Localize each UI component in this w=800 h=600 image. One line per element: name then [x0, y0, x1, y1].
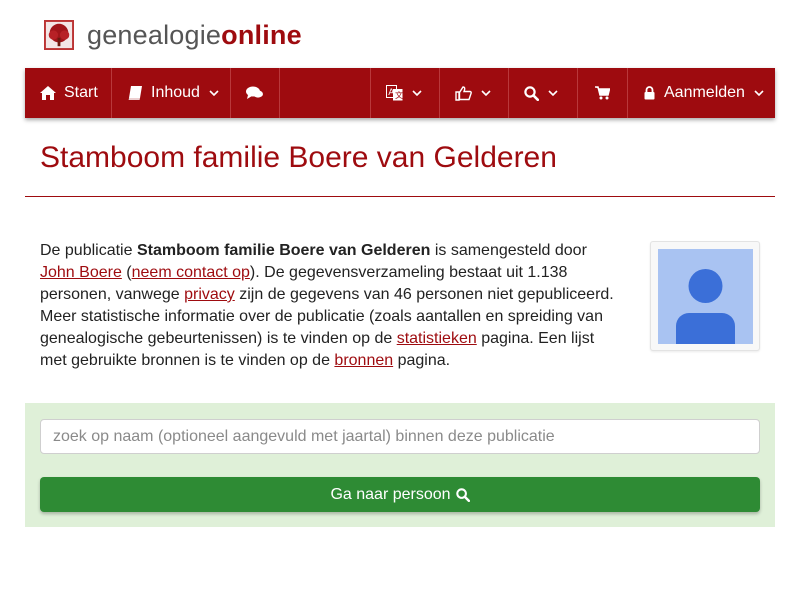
publication-name: Stamboom familie Boere van Gelderen: [136, 242, 431, 259]
nav-language[interactable]: A文: [371, 68, 440, 118]
go-to-person-label: Ga naar persoon: [330, 485, 451, 503]
logo-text-part1: genealogie: [87, 20, 222, 50]
nav-inhoud-label: Inhoud: [151, 84, 200, 101]
nav-start-label: Start: [64, 84, 98, 101]
go-to-person-button[interactable]: Ga naar persoon: [40, 477, 760, 512]
chevron-down-icon: [548, 90, 558, 96]
author-avatar-card[interactable]: [650, 241, 760, 351]
title-divider: [25, 196, 775, 197]
logo-text-part2: online: [221, 20, 302, 50]
comments-icon: [246, 86, 263, 99]
avatar: [658, 249, 753, 344]
publication-description: De publicatie Stamboom familie Boere van…: [40, 240, 625, 372]
desc-text: is samengesteld door: [430, 242, 587, 259]
logo-text: genealogieonline: [87, 18, 302, 52]
svg-text:文: 文: [395, 90, 403, 100]
language-icon: A文: [386, 85, 403, 101]
nav-spacer: [280, 68, 371, 118]
main-navbar: Start Inhoud A文 Aanmelden: [25, 68, 775, 118]
nav-messages[interactable]: [231, 68, 280, 118]
user-placeholder-icon: [676, 269, 735, 344]
nav-inhoud[interactable]: Inhoud: [112, 68, 231, 118]
nav-search[interactable]: [509, 68, 578, 118]
desc-text: De publicatie: [40, 242, 137, 259]
chevron-down-icon: [481, 90, 491, 96]
thumbs-up-icon: [455, 85, 472, 101]
person-search-panel: Ga naar persoon: [25, 403, 775, 527]
cart-icon: [595, 86, 610, 100]
nav-social[interactable]: [440, 68, 509, 118]
statistics-link[interactable]: statistieken: [397, 330, 477, 347]
chevron-down-icon: [412, 90, 422, 96]
book-icon: [128, 86, 142, 100]
lock-icon: [644, 86, 655, 100]
privacy-link[interactable]: privacy: [184, 286, 235, 303]
desc-text: (: [121, 264, 132, 281]
sources-link[interactable]: bronnen: [334, 352, 393, 369]
search-icon: [455, 487, 470, 502]
desc-text: pagina.: [393, 352, 451, 369]
page-title: Stamboom familie Boere van Gelderen: [40, 141, 557, 174]
nav-start[interactable]: Start: [25, 68, 112, 118]
site-logo[interactable]: genealogieonline: [44, 18, 302, 52]
nav-login[interactable]: Aanmelden: [628, 68, 775, 118]
home-icon: [40, 86, 56, 100]
nav-login-label: Aanmelden: [664, 84, 745, 101]
chevron-down-icon: [209, 90, 219, 96]
tree-logo-icon: [44, 20, 74, 50]
nav-cart[interactable]: [578, 68, 628, 118]
search-icon: [524, 85, 539, 101]
author-link[interactable]: John Boere: [40, 264, 122, 281]
person-search-input[interactable]: [40, 419, 760, 454]
contact-link[interactable]: neem contact op: [132, 264, 250, 281]
chevron-down-icon: [754, 90, 764, 96]
